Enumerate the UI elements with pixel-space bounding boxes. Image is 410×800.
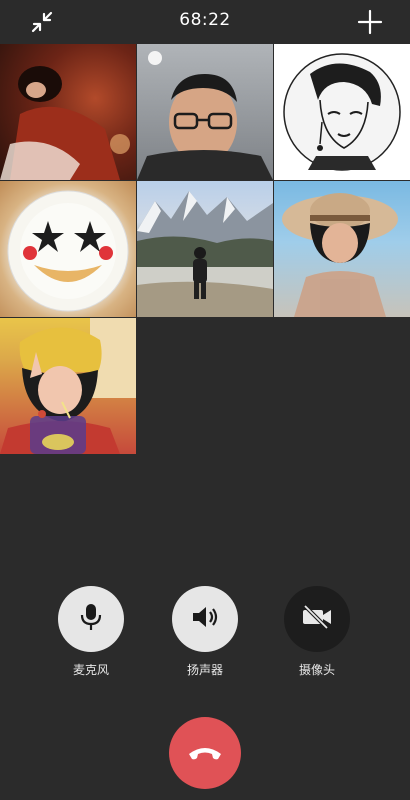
participant-tile-5[interactable]: [137, 181, 273, 317]
participant-tile-4[interactable]: [0, 181, 136, 317]
microphone-toggle-button[interactable]: [58, 586, 124, 652]
call-controls: 麦克风 扬声器 摄像头: [0, 586, 410, 678]
participant-tile-3[interactable]: [274, 44, 410, 180]
microphone-label: 麦克风: [72, 663, 109, 677]
plus-icon: [357, 9, 383, 35]
woman-red-sweater-photo: [0, 66, 130, 180]
girl-peace-sign-photo: [0, 318, 136, 454]
person-in-snowy-mountains-photo: [137, 191, 273, 317]
woman-straw-hat-photo: [282, 193, 398, 317]
call-top-bar: 68:22: [0, 0, 410, 44]
participant-tile-1[interactable]: [0, 44, 136, 180]
camera-off-icon: [300, 604, 334, 634]
speaker-label: 扬声器: [186, 663, 223, 677]
participant-tile-6[interactable]: [274, 181, 410, 317]
camera-label: 摄像头: [298, 663, 335, 677]
add-participant-button[interactable]: [354, 6, 386, 38]
line-art-portrait-avatar: [283, 53, 401, 171]
camera-toggle-button[interactable]: [284, 586, 350, 652]
phone-hangup-icon: [185, 740, 225, 766]
smiley-plate-photo: [7, 190, 129, 312]
man-with-glasses-video: [137, 44, 273, 180]
speaker-toggle-button[interactable]: [172, 586, 238, 652]
call-duration: 68:22: [179, 10, 231, 30]
camera-control: 摄像头: [272, 586, 362, 678]
speaker-icon: [190, 604, 220, 634]
microphone-control: 麦克风: [46, 586, 136, 678]
participant-tile-2[interactable]: [137, 44, 273, 180]
speaker-control: 扬声器: [160, 586, 250, 678]
participant-tile-7[interactable]: [0, 318, 136, 454]
microphone-icon: [78, 602, 104, 636]
hangup-button[interactable]: [169, 717, 241, 789]
